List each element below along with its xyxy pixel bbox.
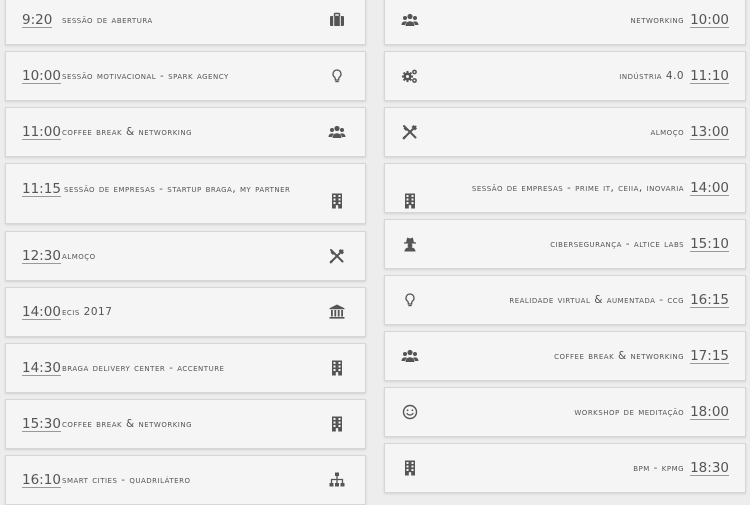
schedule-item-right-7[interactable]: Workshop de Meditação 18:00 xyxy=(384,387,746,437)
users-icon xyxy=(328,123,346,141)
schedule-item-right-5[interactable]: Realidade Virtual & Aumentada - CCG 16:1… xyxy=(384,275,746,325)
schedule-item-left-4[interactable]: 12:30 Almoço xyxy=(5,231,366,281)
bank-icon xyxy=(328,303,346,321)
item-title: Sessão de abertura xyxy=(62,13,153,26)
schedule-item-right-3[interactable]: Sessão de empresas - Prime IT, CEiiA, In… xyxy=(384,163,746,213)
cutlery-icon xyxy=(401,123,419,141)
schedule-item-right-2[interactable]: Almoço 13:00 xyxy=(384,107,746,157)
schedule-item-left-1[interactable]: 10:00 Sessão motivacional - Spark Agency xyxy=(5,51,366,101)
item-title: Smart Cities - Quadrilátero xyxy=(62,473,191,486)
briefcase-icon xyxy=(328,11,346,29)
schedule-item-right-8[interactable]: BPM - KPMG 18:30 xyxy=(384,443,746,493)
sitemap-icon xyxy=(328,471,346,489)
item-time: 16:15 xyxy=(690,291,729,308)
item-title: Workshop de Meditação xyxy=(574,405,685,418)
item-title: Coffee break & Networking xyxy=(62,417,193,430)
schedule-item-left-6[interactable]: 14:30 Braga Delivery Center - Accenture xyxy=(5,343,366,393)
item-title: Coffee break & Networking xyxy=(554,349,685,362)
lightbulb-icon xyxy=(401,291,419,309)
cogs-icon xyxy=(401,67,419,85)
item-time: 11:15 xyxy=(22,181,61,197)
schedule-item-left-3[interactable]: 11:15 Sessão de empresas - Startup Braga… xyxy=(5,163,366,224)
item-title: Networking xyxy=(630,13,685,26)
item-title: BPM - KPMG xyxy=(633,461,685,474)
item-title: Sessão de empresas - Prime IT, CEiiA, In… xyxy=(471,181,685,194)
user-secret-icon xyxy=(401,235,419,253)
users-icon xyxy=(401,347,419,365)
schedule-item-left-5[interactable]: 14:00 ECIS 2017 xyxy=(5,287,366,337)
schedule-item-right-0[interactable]: Networking 10:00 xyxy=(384,0,746,45)
item-title: Almoço xyxy=(62,249,96,262)
item-time: 18:00 xyxy=(690,403,729,420)
item-time: 11:00 xyxy=(22,123,61,140)
item-time: 14:00 xyxy=(690,179,729,196)
building-icon xyxy=(401,459,419,477)
schedule-item-left-8[interactable]: 16:10 Smart Cities - Quadrilátero xyxy=(5,455,366,505)
item-time: 14:00 xyxy=(22,303,61,320)
item-time: 10:00 xyxy=(690,11,729,28)
building-icon xyxy=(328,415,346,433)
item-title: Almoço xyxy=(650,125,685,138)
item-title: Cibersegurança - Altice Labs xyxy=(550,237,685,250)
building-icon xyxy=(328,359,346,377)
item-title: Sessão de empresas - Startup Braga, My P… xyxy=(64,183,291,195)
schedule-item-right-4[interactable]: Cibersegurança - Altice Labs 15:10 xyxy=(384,219,746,269)
schedule-item-right-6[interactable]: Coffee break & Networking 17:15 xyxy=(384,331,746,381)
item-title: Indústria 4.0 xyxy=(619,69,685,82)
smile-icon xyxy=(401,403,419,421)
item-title: Braga Delivery Center - Accenture xyxy=(62,361,225,374)
schedule-item-right-1[interactable]: Indústria 4.0 11:10 xyxy=(384,51,746,101)
item-time: 11:10 xyxy=(690,67,729,84)
item-time: 16:10 xyxy=(22,471,61,488)
schedule-item-left-0[interactable]: 9:20 Sessão de abertura xyxy=(5,0,366,45)
item-title: Sessão motivacional - Spark Agency xyxy=(62,69,229,82)
item-time: 10:00 xyxy=(22,67,61,84)
lightbulb-icon xyxy=(328,67,346,85)
item-time: 17:15 xyxy=(690,347,729,364)
item-time: 14:30 xyxy=(22,359,61,376)
schedule-item-left-7[interactable]: 15:30 Coffee break & Networking xyxy=(5,399,366,449)
item-title: Coffee break & Networking xyxy=(62,125,193,138)
item-time: 15:10 xyxy=(690,235,729,252)
item-time: 15:30 xyxy=(22,415,61,432)
item-title: Realidade Virtual & Aumentada - CCG xyxy=(509,293,685,306)
item-time: 18:30 xyxy=(690,459,729,476)
users-icon xyxy=(401,11,419,29)
schedule-item-left-2[interactable]: 11:00 Coffee break & Networking xyxy=(5,107,366,157)
item-time: 12:30 xyxy=(22,247,61,264)
cutlery-icon xyxy=(328,247,346,265)
item-title: ECIS 2017 xyxy=(62,305,113,318)
building-icon xyxy=(401,192,419,210)
item-time: 9:20 xyxy=(22,11,53,28)
item-time: 13:00 xyxy=(690,123,729,140)
building-icon xyxy=(328,192,346,210)
